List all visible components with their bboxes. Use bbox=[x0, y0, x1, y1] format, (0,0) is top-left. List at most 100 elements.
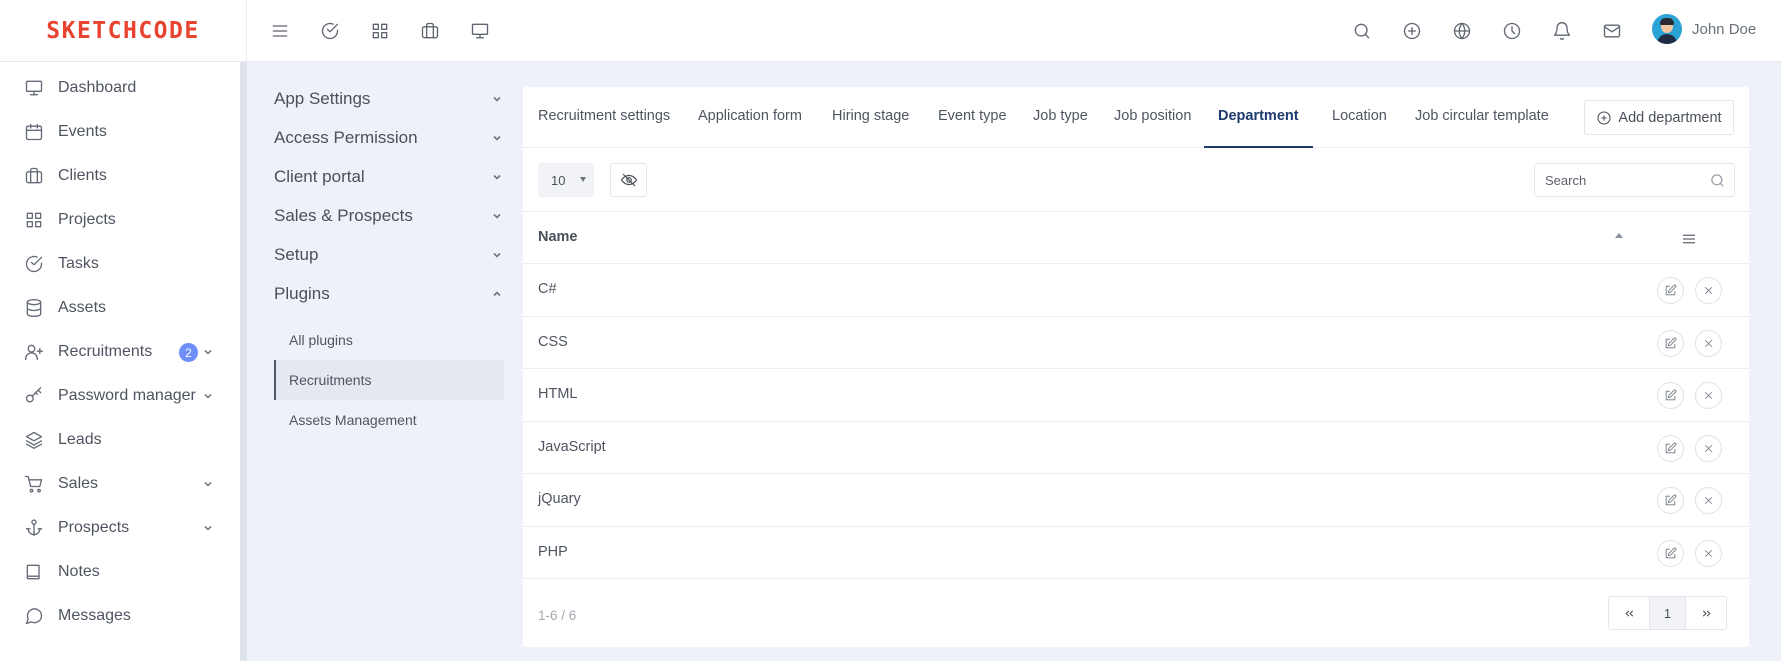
column-menu-icon[interactable] bbox=[1680, 230, 1698, 248]
delete-button[interactable] bbox=[1695, 277, 1722, 304]
sidebar-item-assets[interactable]: Assets bbox=[0, 286, 240, 330]
record-count: 1-6 / 6 bbox=[538, 608, 577, 623]
tab-job-type[interactable]: Job type bbox=[1033, 87, 1088, 148]
department-name: jQuary bbox=[538, 491, 581, 507]
table-toolbar: 10 bbox=[523, 149, 1749, 212]
add-department-button[interactable]: Add department bbox=[1584, 100, 1734, 135]
chevron-up-icon bbox=[492, 289, 502, 299]
settings-group-label: App Settings bbox=[274, 89, 371, 108]
briefcase-icon[interactable] bbox=[416, 17, 444, 45]
delete-button[interactable] bbox=[1695, 382, 1722, 409]
next-page-button[interactable] bbox=[1686, 597, 1726, 629]
edit-button[interactable] bbox=[1657, 329, 1684, 357]
sidebar-item-password-manager[interactable]: Password manager bbox=[0, 374, 240, 418]
edit-button[interactable] bbox=[1657, 382, 1684, 409]
user-menu[interactable]: John Doe bbox=[1652, 14, 1756, 44]
tab-job-position[interactable]: Job position bbox=[1114, 87, 1191, 148]
clock-icon[interactable] bbox=[1498, 17, 1526, 45]
sidebar-item-recruitments[interactable]: Recruitments 2 bbox=[0, 330, 240, 374]
edit-icon bbox=[1665, 547, 1677, 558]
table-row: jQuary bbox=[523, 474, 1749, 527]
grid-icon bbox=[26, 212, 42, 228]
notification-badge: 2 bbox=[179, 343, 198, 362]
sidebar-item-label: Clients bbox=[58, 167, 107, 184]
sidebar-item-label: Dashboard bbox=[58, 79, 137, 96]
sidebar-item-leads[interactable]: Leads bbox=[0, 418, 240, 462]
tab-location[interactable]: Location bbox=[1332, 87, 1387, 148]
bell-icon[interactable] bbox=[1548, 17, 1576, 45]
edit-button[interactable] bbox=[1657, 277, 1684, 304]
grid-icon[interactable] bbox=[366, 17, 394, 45]
table-row: HTML bbox=[523, 369, 1749, 422]
close-icon bbox=[1704, 444, 1713, 452]
settings-group-sales-prospects[interactable]: Sales & Prospects bbox=[274, 201, 506, 231]
department-name: HTML bbox=[538, 386, 578, 402]
chevron-down-icon bbox=[492, 250, 502, 260]
anchor-icon bbox=[25, 519, 43, 537]
settings-group-app-settings[interactable]: App Settings bbox=[274, 84, 506, 114]
settings-item-all-plugins[interactable]: All plugins bbox=[274, 320, 504, 360]
calendar-icon bbox=[25, 123, 43, 141]
chevron-down-icon bbox=[492, 172, 502, 182]
settings-group-client-portal[interactable]: Client portal bbox=[274, 162, 506, 192]
settings-item-assets-management[interactable]: Assets Management bbox=[274, 400, 504, 440]
chevrons-right-icon bbox=[1702, 609, 1710, 617]
settings-item-recruitments[interactable]: Recruitments bbox=[274, 360, 504, 400]
column-visibility-button[interactable] bbox=[610, 163, 647, 197]
globe-icon[interactable] bbox=[1448, 17, 1476, 45]
settings-group-setup[interactable]: Setup bbox=[274, 240, 506, 270]
menu-icon[interactable] bbox=[266, 17, 294, 45]
sidebar-item-prospects[interactable]: Prospects bbox=[0, 506, 240, 550]
settings-group-access-permission[interactable]: Access Permission bbox=[274, 123, 506, 153]
sidebar-item-messages[interactable]: Messages bbox=[0, 594, 240, 638]
sidebar-item-tasks[interactable]: Tasks bbox=[0, 242, 240, 286]
plus-circle-icon[interactable] bbox=[1398, 17, 1426, 45]
delete-button[interactable] bbox=[1695, 329, 1722, 357]
previous-page-button[interactable] bbox=[1609, 597, 1649, 629]
column-header-name[interactable]: Name bbox=[538, 229, 578, 245]
sort-asc-icon[interactable] bbox=[1615, 233, 1623, 238]
brand-logo[interactable]: SKETCHCODE bbox=[0, 0, 247, 62]
sidebar-item-projects[interactable]: Projects bbox=[0, 198, 240, 242]
tab-bar: Recruitment settings Application form Hi… bbox=[523, 87, 1749, 148]
chevron-down-icon bbox=[203, 391, 213, 401]
mail-icon[interactable] bbox=[1598, 17, 1626, 45]
chevron-down-icon bbox=[492, 133, 502, 143]
settings-group-label: Client portal bbox=[274, 167, 365, 186]
search-input[interactable] bbox=[1545, 165, 1705, 195]
table-row: PHP bbox=[523, 527, 1749, 579]
tab-recruitment-settings[interactable]: Recruitment settings bbox=[538, 87, 670, 148]
sidebar-item-label: Events bbox=[58, 123, 107, 140]
sidebar-item-clients[interactable]: Clients bbox=[0, 154, 240, 198]
sidebar-item-label: Recruitments bbox=[58, 343, 153, 360]
search-icon[interactable] bbox=[1348, 17, 1376, 45]
close-icon bbox=[1704, 286, 1713, 295]
tab-job-circular-template[interactable]: Job circular template bbox=[1415, 87, 1549, 148]
sidebar-item-notes[interactable]: Notes bbox=[0, 550, 240, 594]
tab-department[interactable]: Department bbox=[1204, 87, 1313, 148]
chevrons-left-icon bbox=[1625, 609, 1633, 617]
page-number[interactable]: 1 bbox=[1649, 597, 1686, 629]
delete-button[interactable] bbox=[1695, 434, 1722, 462]
sidebar-item-events[interactable]: Events bbox=[0, 110, 240, 154]
delete-button[interactable] bbox=[1695, 487, 1722, 514]
tab-event-type[interactable]: Event type bbox=[938, 87, 1007, 148]
delete-button[interactable] bbox=[1695, 539, 1722, 567]
edit-icon bbox=[1665, 442, 1677, 453]
sidebar-item-label: Tasks bbox=[58, 255, 99, 272]
settings-group-plugins[interactable]: Plugins bbox=[274, 279, 506, 309]
tab-application-form[interactable]: Application form bbox=[698, 87, 802, 148]
edit-button[interactable] bbox=[1657, 434, 1684, 462]
page-size-select[interactable]: 10 bbox=[538, 163, 594, 197]
edit-button[interactable] bbox=[1657, 487, 1684, 514]
sidebar-item-sales[interactable]: Sales bbox=[0, 462, 240, 506]
tab-hiring-stage[interactable]: Hiring stage bbox=[832, 87, 909, 148]
sidebar-item-dashboard[interactable]: Dashboard bbox=[0, 66, 240, 110]
monitor-icon[interactable] bbox=[466, 17, 494, 45]
pagination: 1 bbox=[1608, 596, 1727, 630]
department-name: C# bbox=[538, 281, 557, 297]
edit-button[interactable] bbox=[1657, 539, 1684, 567]
check-circle-icon[interactable] bbox=[316, 17, 344, 45]
settings-group-label: Setup bbox=[274, 245, 319, 264]
briefcase-icon bbox=[25, 167, 43, 184]
